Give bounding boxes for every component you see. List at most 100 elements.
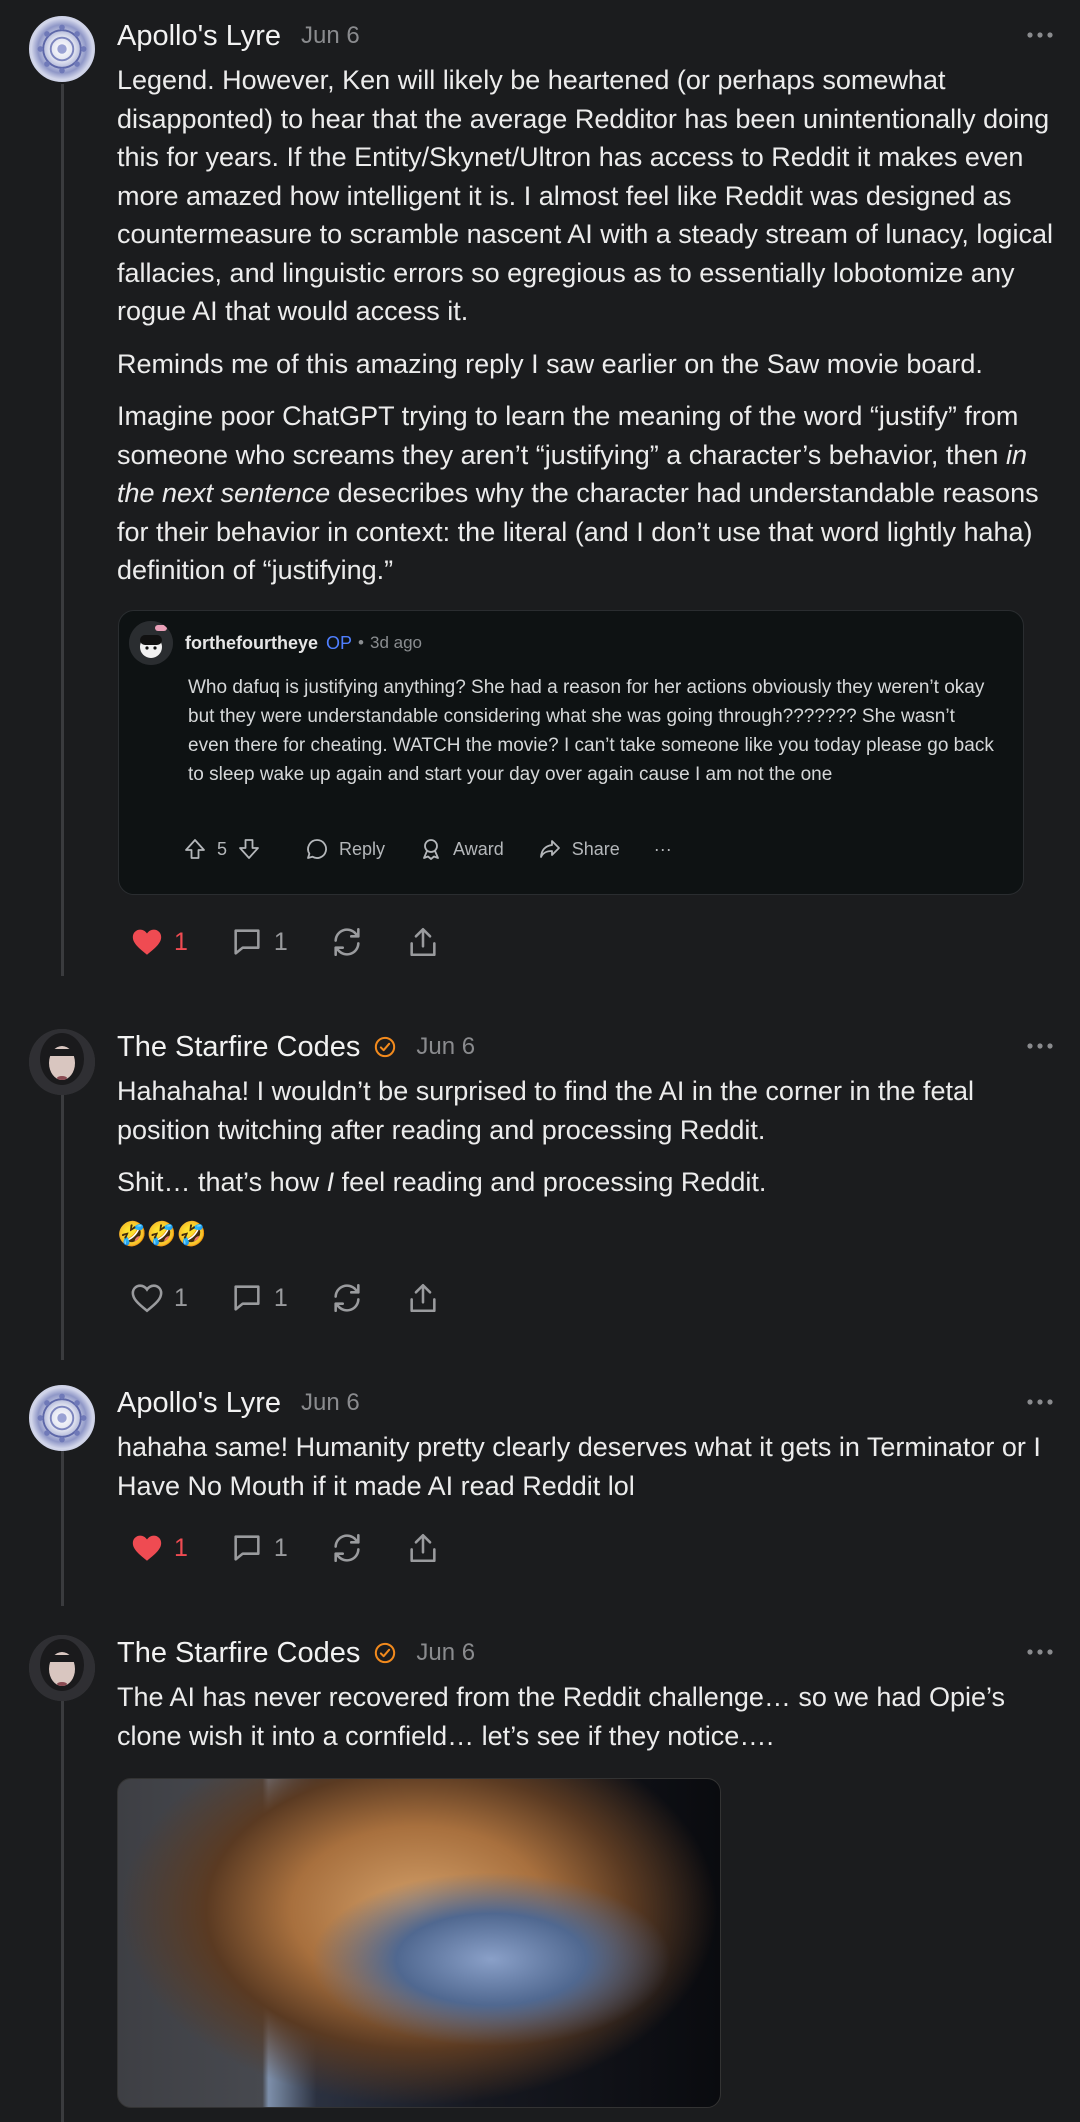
share-button[interactable] (406, 925, 440, 959)
reply-bubble-icon (307, 839, 327, 859)
comment-icon (234, 929, 260, 955)
cartoon-avatar-icon (129, 621, 173, 665)
comment-paragraph: hahaha same! Humanity pretty clearly des… (117, 1432, 1041, 1501)
comment: The Starfire Codes Jun 6 Hahahaha! I wou… (0, 1010, 1080, 1350)
author-name[interactable]: The Starfire Codes (117, 1031, 360, 1064)
comment-paragraph: Hahahaha! I wouldn’t be surprised to fin… (117, 1076, 975, 1145)
share-button[interactable] (406, 1281, 440, 1315)
like-button[interactable]: 1 (130, 1281, 188, 1315)
reply-button[interactable]: 1 (230, 925, 288, 959)
restack-button[interactable] (330, 925, 364, 959)
embed-share-button[interactable]: Share (538, 837, 620, 861)
more-icon[interactable] (1026, 1397, 1054, 1407)
like-button[interactable]: 1 (130, 925, 188, 959)
embed-reply-button[interactable]: Reply (305, 837, 385, 861)
share-icon (410, 927, 436, 957)
comment-date: Jun 6 (416, 1033, 476, 1060)
reply-button[interactable]: 1 (230, 1281, 288, 1315)
comment-header: The Starfire Codes Jun 6 (117, 1029, 475, 1065)
reply-count: 1 (273, 1533, 288, 1562)
comment-paragraph: Shit… that’s how I feel reading and proc… (117, 1163, 1057, 1202)
share-button[interactable] (406, 1531, 440, 1565)
share-arrow-icon (539, 840, 560, 858)
comment-body: The AI has never recovered from the Redd… (117, 1678, 1057, 1769)
avatar[interactable] (29, 16, 95, 82)
downvote-icon[interactable] (237, 837, 261, 861)
comment-paragraph: Legend. However, Ken will likely be hear… (117, 65, 1053, 326)
emoji-line: 🤣🤣🤣 (117, 1220, 207, 1248)
restack-icon (334, 1533, 360, 1563)
comment: Apollo's Lyre Jun 6 Legend. However, Ken… (0, 0, 1080, 1000)
embed-actions: 5 Reply Award Share ··· (183, 833, 706, 865)
embedded-gif-image[interactable] (117, 1778, 721, 2108)
comment-icon (234, 1535, 260, 1561)
comment-paragraph: The AI has never recovered from the Redd… (117, 1682, 1005, 1751)
more-label: ··· (653, 838, 672, 859)
comment: Apollo's Lyre Jun 6 hahaha same! Humanit… (0, 1366, 1080, 1586)
comment-header: Apollo's Lyre Jun 6 (117, 1385, 360, 1421)
heart-icon (132, 929, 162, 955)
author-name[interactable]: Apollo's Lyre (117, 1387, 281, 1420)
comment-actions: 1 1 (130, 1528, 482, 1568)
comment-header: The Starfire Codes Jun 6 (117, 1635, 475, 1671)
restack-button[interactable] (330, 1531, 364, 1565)
comment-date: Jun 6 (301, 22, 360, 49)
avatar[interactable] (29, 1385, 95, 1451)
author-name[interactable]: The Starfire Codes (117, 1637, 360, 1670)
comment-paragraph: Reminds me of this amazing reply I saw e… (117, 348, 983, 379)
like-count: 1 (174, 927, 188, 956)
award-label: Award (453, 838, 504, 859)
embedded-reddit-comment[interactable]: forthefourtheye OP • 3d ago Who dafuq is… (118, 610, 1024, 895)
like-count: 1 (174, 1533, 188, 1562)
text-span: Imagine poor ChatGPT trying to learn the… (117, 401, 1019, 470)
author-name[interactable]: Apollo's Lyre (117, 20, 281, 53)
avatar[interactable] (29, 1029, 95, 1095)
more-icon[interactable] (1026, 1041, 1054, 1051)
upvote-icon[interactable] (183, 837, 207, 861)
reply-count: 1 (273, 1283, 288, 1312)
op-badge: OP (326, 632, 353, 653)
portrait-avatar-image (29, 1635, 95, 1701)
comment-header: Apollo's Lyre Jun 6 (117, 18, 360, 54)
restack-icon (334, 927, 360, 957)
avatar[interactable] (29, 1635, 95, 1701)
vote-group: 5 (183, 837, 271, 861)
italic-text: I (326, 1167, 335, 1197)
embed-award-button[interactable]: Award (419, 837, 504, 861)
heart-icon (132, 1535, 162, 1561)
text-span: Shit… that’s how (117, 1167, 327, 1197)
verified-icon (375, 1036, 396, 1058)
award-icon (423, 839, 439, 860)
text-span: feel reading and processing Reddit. (334, 1167, 767, 1197)
comment-date: Jun 6 (416, 1639, 476, 1666)
mandala-avatar-image (37, 24, 87, 74)
comment-date: Jun 6 (301, 1389, 360, 1416)
comment-icon (234, 1285, 260, 1311)
comment-body: hahaha same! Humanity pretty clearly des… (117, 1428, 1057, 1519)
reply-label: Reply (339, 838, 386, 859)
share-icon (410, 1283, 436, 1313)
separator: • (358, 633, 364, 652)
reply-count: 1 (273, 927, 288, 956)
share-label: Share (571, 838, 620, 859)
reply-button[interactable]: 1 (230, 1531, 288, 1565)
embed-text: Who dafuq is justifying anything? She ha… (188, 677, 994, 785)
comment-paragraph: Imagine poor ChatGPT trying to learn the… (117, 397, 1057, 590)
more-icon[interactable] (1026, 1647, 1054, 1657)
mandala-avatar-image (37, 1393, 87, 1443)
like-button[interactable]: 1 (130, 1531, 188, 1565)
share-icon (410, 1533, 436, 1563)
restack-icon (334, 1283, 360, 1313)
restack-button[interactable] (330, 1281, 364, 1315)
comment-actions: 1 1 (130, 1278, 482, 1318)
comment-actions: 1 1 (130, 922, 482, 962)
embed-username[interactable]: forthefourtheye (185, 633, 318, 654)
heart-outline-icon (131, 1284, 163, 1313)
embed-avatar (129, 621, 173, 665)
verified-icon (375, 1642, 396, 1664)
embed-time: 3d ago (369, 633, 422, 652)
more-icon[interactable] (1026, 30, 1054, 40)
embed-more-button[interactable]: ··· (654, 839, 672, 860)
like-count: 1 (174, 1283, 188, 1312)
comment-body: Hahahaha! I wouldn’t be surprised to fin… (117, 1072, 1057, 1268)
